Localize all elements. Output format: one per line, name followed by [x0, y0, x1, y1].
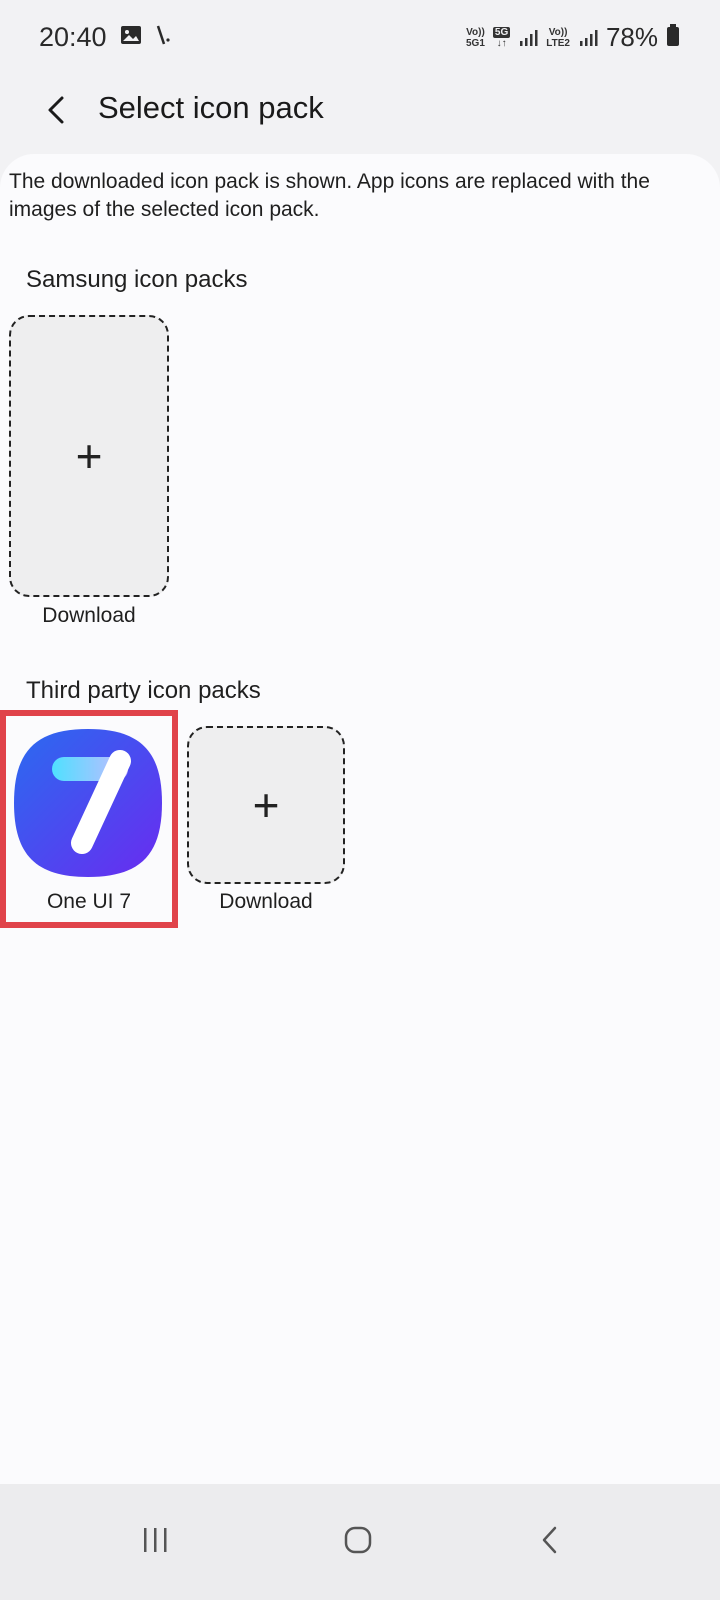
content-card: The downloaded icon pack is shown. App i… [0, 154, 720, 1484]
status-left-icons [120, 24, 172, 51]
recent-apps-button[interactable] [116, 1502, 196, 1582]
samsung-download-tile[interactable]: + [9, 315, 169, 597]
samsung-section-title: Samsung icon packs [26, 266, 248, 293]
home-button[interactable] [318, 1502, 398, 1582]
network-5g-icon: 5G ↓↑ [492, 26, 511, 49]
battery-icon [666, 23, 680, 52]
back-icon [540, 1525, 560, 1560]
signal-icon [578, 28, 598, 48]
sim1-volte: Vo)) 5G1 [465, 26, 485, 49]
back-button[interactable] [30, 86, 82, 138]
chevron-left-icon [44, 94, 68, 131]
recents-icon [141, 1526, 171, 1559]
signal-icon [518, 28, 538, 48]
one-ui-7-app-icon [10, 729, 166, 885]
description-text: The downloaded icon pack is shown. App i… [9, 170, 650, 221]
navigation-bar [0, 1484, 720, 1600]
one-ui-7-pack[interactable] [10, 725, 166, 881]
status-time: 20:40 [39, 22, 107, 52]
status-right: Vo)) 5G1 5G ↓↑ Vo)) LTE2 78% [466, 22, 680, 53]
third-party-download-tile[interactable]: + [187, 726, 345, 884]
samsung-download-label: Download [42, 604, 136, 627]
third-party-section-title: Third party icon packs [26, 677, 261, 704]
battery-percent: 78% [605, 22, 658, 52]
gallery-icon [120, 25, 142, 50]
page-title: Select icon pack [98, 90, 324, 125]
status-bar: 20:40 Vo)) 5G1 5G ↓↑ Vo)) LTE2 78% [0, 0, 720, 74]
third-party-download-label: Download [219, 890, 313, 913]
nav-back-button[interactable] [510, 1502, 590, 1582]
sync-icon [154, 24, 172, 51]
plus-icon: + [75, 430, 103, 482]
sim2-volte: Vo)) LTE2 [546, 26, 570, 49]
home-icon [343, 1525, 373, 1560]
app-bar: Select icon pack [0, 74, 720, 154]
plus-icon: + [252, 779, 280, 831]
one-ui-7-label: One UI 7 [46, 890, 132, 913]
